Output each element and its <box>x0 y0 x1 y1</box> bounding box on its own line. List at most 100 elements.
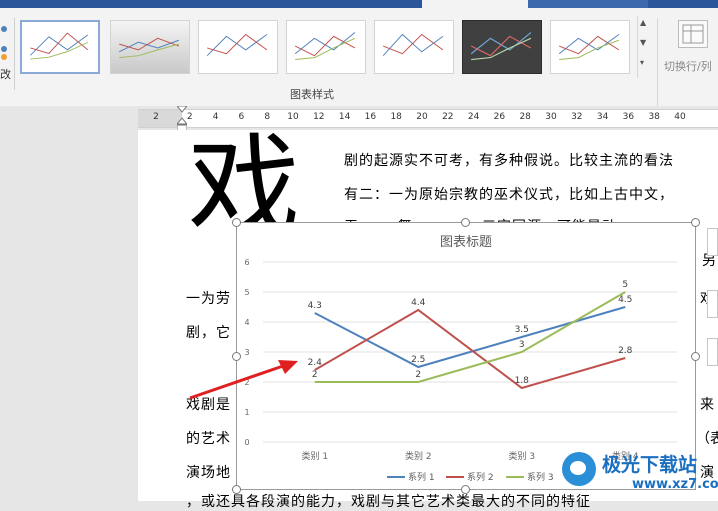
y-tick-label: 2 <box>244 378 249 387</box>
color-dot-icon <box>1 26 7 32</box>
left-fragment: 剧，它 <box>186 325 231 341</box>
resize-handle[interactable] <box>691 352 700 361</box>
chart-title: 图表标题 <box>440 235 492 250</box>
chart-style-5[interactable] <box>374 20 454 74</box>
ruler-tick-label: 28 <box>519 112 531 122</box>
indent-marker-icon[interactable] <box>177 106 187 132</box>
legend-entry: 系列 2 <box>467 471 494 483</box>
left-fragment: 戏剧是 <box>186 397 231 413</box>
data-label: 2 <box>415 370 421 380</box>
legend-entry: 系列 3 <box>527 471 554 483</box>
x-tick-label: 类别 3 <box>508 450 535 462</box>
resize-handle[interactable] <box>232 352 241 361</box>
series-line <box>314 306 626 369</box>
legend-entry: 系列 1 <box>408 471 435 483</box>
horizontal-ruler[interactable]: 2 2 4 6 8 10 12 14 16 18 20 22 24 26 28 30 32 34 36 38 40 <box>0 106 718 130</box>
watermark-url: www.xz7.com <box>632 477 718 492</box>
ruler-tick-label: 12 <box>313 112 325 122</box>
ruler-tick-label: 32 <box>571 112 583 122</box>
y-tick-label: 1 <box>244 408 249 417</box>
chart-style-4[interactable] <box>286 20 366 74</box>
ruler-tick-label: 18 <box>390 112 402 122</box>
left-fragment: 演场地 <box>186 465 231 481</box>
divider <box>14 18 15 90</box>
data-label: 4.4 <box>411 298 426 308</box>
resize-handle[interactable] <box>461 485 470 494</box>
ruler-tick-label: 20 <box>416 112 428 122</box>
doc-line-cut: ，或还具各段演的能力，戏剧与其它艺术类最大的不同的特征 <box>186 494 591 510</box>
ruler-margin <box>138 110 182 127</box>
ruler-tick-label: 26 <box>493 112 506 122</box>
doc-line-2: 有二：一为原始宗教的巫术仪式，比如上古中文， <box>344 187 674 203</box>
ruler-tick-label: 40 <box>674 112 686 122</box>
data-label: 5 <box>622 280 628 290</box>
ruler-tick-label: 2 <box>153 112 159 122</box>
x-tick-label: 类别 2 <box>405 450 432 462</box>
chart-style-2[interactable] <box>110 20 190 74</box>
y-tick-label: 0 <box>244 438 249 447</box>
account-tag[interactable] <box>528 0 648 8</box>
data-label: 4.5 <box>618 295 632 305</box>
divider <box>657 18 658 106</box>
resize-handle[interactable] <box>232 218 241 227</box>
ruler-tick-label: 4 <box>212 112 219 122</box>
data-label: 2 <box>312 370 318 380</box>
data-label: 3 <box>519 340 525 350</box>
resize-handle[interactable] <box>461 218 470 227</box>
x-tick-label: 类别 1 <box>301 450 328 462</box>
ruler-tick-label: 30 <box>545 112 557 122</box>
ruler-tick-label: 22 <box>442 112 454 122</box>
y-tick-label: 6 <box>244 258 249 267</box>
left-fragment: 一为劳 <box>186 291 231 307</box>
left-fragment: 的艺术 <box>186 431 231 447</box>
switch-row-column-label: 切换行/列 <box>664 60 712 73</box>
switch-row-column-icon <box>678 20 708 48</box>
chart-styles-button[interactable] <box>707 290 718 318</box>
resize-handle[interactable] <box>232 485 241 494</box>
scroll-up-icon[interactable]: ▲ <box>640 18 646 27</box>
doc-line-1: 剧的起源实不可考，有多种假说。比较主流的看法 <box>344 153 674 169</box>
right-fragment: 来 <box>700 397 714 413</box>
ruler-tick-label: 8 <box>264 112 271 122</box>
data-label: 2.5 <box>411 355 425 365</box>
quick-layout-label: 改 <box>0 68 11 81</box>
chart-elements-button[interactable] <box>707 228 718 256</box>
chart-filters-button[interactable] <box>707 338 718 366</box>
watermark-logo-icon <box>562 452 596 486</box>
y-tick-label: 4 <box>244 318 249 327</box>
ruler-tick-label: 2 <box>186 112 193 122</box>
data-label: 2.8 <box>618 346 633 356</box>
scroll-down-icon[interactable]: ▼ <box>640 38 646 47</box>
ruler-tick-label: 16 <box>364 112 377 122</box>
chart-style-1[interactable] <box>20 20 100 74</box>
ruler-tick-label: 38 <box>648 112 660 122</box>
chart-style-gallery <box>16 16 638 78</box>
data-label: 1.8 <box>515 376 530 386</box>
gallery-more-icon[interactable]: ▾ <box>640 58 644 67</box>
quick-layout-button[interactable]: 改 <box>0 24 14 84</box>
chart-style-6[interactable] <box>462 20 542 74</box>
data-label: 2.4 <box>308 358 323 368</box>
resize-handle[interactable] <box>691 218 700 227</box>
data-label: 3.5 <box>515 325 529 335</box>
color-dot-icon <box>1 54 7 60</box>
watermark: 极光下载站 www.xz7.com <box>560 450 718 501</box>
ribbon: 改 ▲ ▼ ▾ 图表样式 切换行/列 <box>0 8 718 107</box>
watermark-brand: 极光下载站 <box>602 454 698 476</box>
ruler-tick-label: 24 <box>467 112 480 122</box>
ruler-tick-label: 36 <box>622 112 635 122</box>
chart-styles-group-label: 图表样式 <box>290 88 334 101</box>
tab-strip-gap <box>422 0 528 8</box>
chart-style-3[interactable] <box>198 20 278 74</box>
switch-row-column-button[interactable]: 切换行/列 <box>662 18 718 78</box>
y-tick-label: 5 <box>244 288 249 297</box>
data-label: 4.3 <box>308 301 322 311</box>
right-fragment: （表 <box>696 431 718 447</box>
y-tick-label: 3 <box>244 348 249 357</box>
ruler-tick-label: 14 <box>338 112 351 122</box>
top-strip <box>0 0 718 8</box>
gallery-scrollbar[interactable]: ▲ ▼ ▾ <box>637 16 652 78</box>
ruler-tick-label: 34 <box>596 112 609 122</box>
chart-style-7[interactable] <box>550 20 630 74</box>
ruler-tick-label: 6 <box>238 112 245 122</box>
